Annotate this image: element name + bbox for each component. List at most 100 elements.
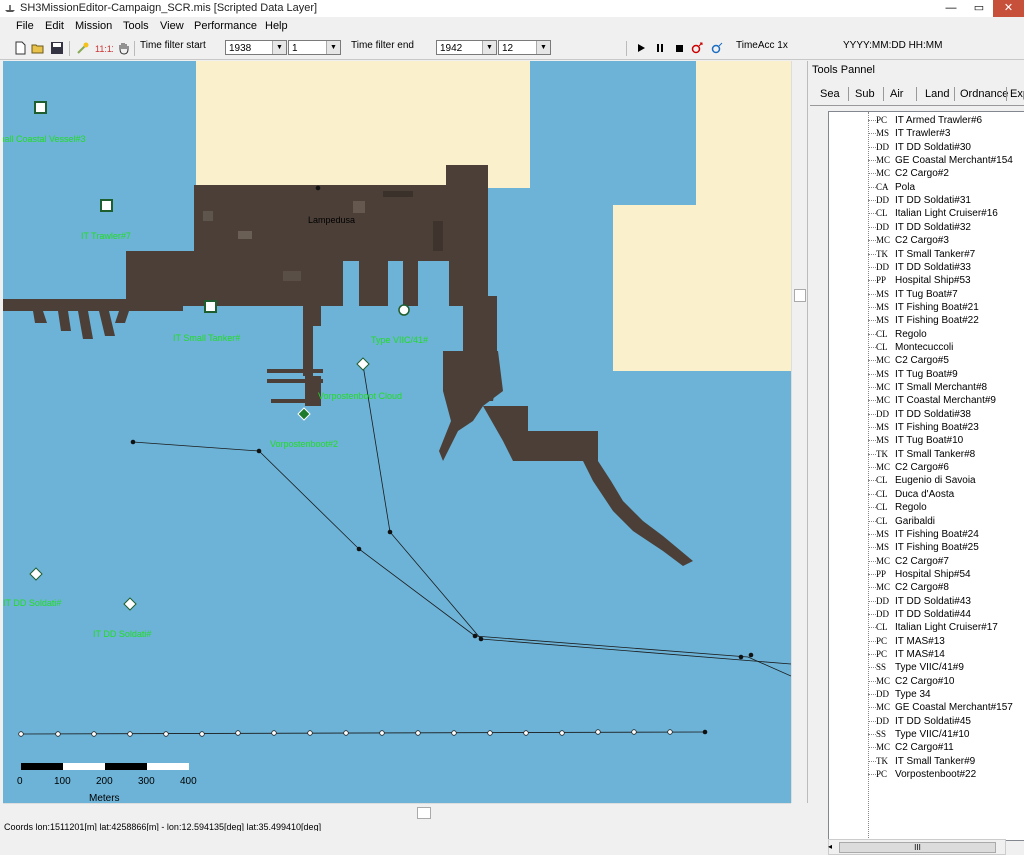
tree-item[interactable]: MC C2 Cargo#11	[829, 741, 1024, 754]
tab-land[interactable]: Land	[925, 88, 949, 100]
tree-item[interactable]: SS Type VIIC/41#10	[829, 728, 1024, 741]
tree-item[interactable]: CL Regolo	[829, 501, 1024, 514]
menu-file[interactable]: File	[16, 20, 34, 32]
tree-item[interactable]: MC C2 Cargo#10	[829, 675, 1024, 688]
scroll-thumb[interactable]	[417, 807, 431, 819]
unit-marker[interactable]	[356, 357, 370, 371]
tree-item[interactable]: PP Hospital Ship#54	[829, 568, 1024, 581]
unit-marker[interactable]	[100, 199, 113, 212]
menu-mission[interactable]: Mission	[75, 20, 112, 32]
tree-item[interactable]: PP Hospital Ship#53	[829, 274, 1024, 287]
tree-item[interactable]: PC Vorpostenboot#22	[829, 768, 1024, 781]
unit-icon[interactable]	[710, 41, 724, 55]
unit-marker[interactable]	[123, 597, 137, 611]
tree-item[interactable]: DD IT DD Soldati#32	[829, 221, 1024, 234]
tab-sea[interactable]: Sea	[820, 88, 840, 100]
tree-item[interactable]: MS IT Fishing Boat#24	[829, 528, 1024, 541]
tree-item[interactable]: CL Montecuccoli	[829, 341, 1024, 354]
tree-item[interactable]: MC C2 Cargo#5	[829, 354, 1024, 367]
unit-marker[interactable]	[398, 304, 410, 316]
unit-marker[interactable]	[34, 101, 47, 114]
unit-tree[interactable]: PC IT Armed Trawler#6 MS IT Trawler#3 DD IT D…	[828, 111, 1024, 841]
tree-item[interactable]: TK IT Small Tanker#9	[829, 755, 1024, 768]
tree-item[interactable]: MC GE Coastal Merchant#157	[829, 701, 1024, 714]
end-month-select[interactable]: 12 ▼	[498, 40, 551, 55]
tree-item[interactable]: DD IT DD Soldati#38	[829, 408, 1024, 421]
tree-item[interactable]: CL Italian Light Cruiser#16	[829, 207, 1024, 220]
tree-item[interactable]: PC IT MAS#13	[829, 635, 1024, 648]
menu-help[interactable]: Help	[265, 20, 288, 32]
tree-item[interactable]: MC C2 Cargo#3	[829, 234, 1024, 247]
tree-item[interactable]: MS IT Tug Boat#10	[829, 434, 1024, 447]
tab-air[interactable]: Air	[890, 88, 903, 100]
tree-item[interactable]: MS IT Fishing Boat#21	[829, 301, 1024, 314]
tree-item[interactable]: MS IT Tug Boat#9	[829, 368, 1024, 381]
start-year-select[interactable]: 1938 ▼	[225, 40, 287, 55]
open-folder-icon[interactable]	[31, 41, 45, 55]
unit-marker[interactable]	[204, 300, 217, 313]
add-unit-icon[interactable]	[690, 41, 704, 55]
tree-item[interactable]: CL Eugenio di Savoia	[829, 474, 1024, 487]
menu-performance[interactable]: Performance	[194, 20, 257, 32]
unit-marker[interactable]	[29, 567, 43, 581]
tree-item[interactable]: CL Garibaldi	[829, 515, 1024, 528]
menu-tools[interactable]: Tools	[123, 20, 149, 32]
tab-exp[interactable]: Exp	[1010, 88, 1024, 100]
save-icon[interactable]	[50, 41, 64, 55]
play-icon[interactable]	[634, 41, 648, 55]
tab-ordnance[interactable]: Ordnance	[960, 88, 1008, 100]
tree-item[interactable]: PC IT MAS#14	[829, 648, 1024, 661]
tree-item[interactable]: DD IT DD Soldati#30	[829, 141, 1024, 154]
tree-item[interactable]: TK IT Small Tanker#7	[829, 248, 1024, 261]
map-canvas[interactable]: Small Coastal Vessel#3 IT Trawler#7 IT S…	[3, 61, 791, 803]
tree-item[interactable]: DD IT DD Soldati#45	[829, 715, 1024, 728]
tree-horizontal-scrollbar[interactable]: ◂ III	[828, 839, 1006, 855]
tree-item[interactable]: MS IT Trawler#3	[829, 127, 1024, 140]
menu-view[interactable]: View	[160, 20, 184, 32]
new-file-icon[interactable]	[13, 41, 27, 55]
close-button[interactable]: ✕	[993, 0, 1024, 17]
scroll-thumb[interactable]: III	[839, 842, 996, 853]
hand-pan-icon[interactable]	[117, 41, 131, 55]
tree-item[interactable]: MS IT Fishing Boat#22	[829, 314, 1024, 327]
end-year-select[interactable]: 1942 ▼	[436, 40, 497, 55]
stop-icon[interactable]	[672, 41, 686, 55]
tree-item[interactable]: PC IT Armed Trawler#6	[829, 114, 1024, 127]
start-month-select[interactable]: 1 ▼	[288, 40, 341, 55]
tree-item[interactable]: DD Type 34	[829, 688, 1024, 701]
tree-item[interactable]: MS IT Fishing Boat#23	[829, 421, 1024, 434]
tree-item[interactable]: TK IT Small Tanker#8	[829, 448, 1024, 461]
scroll-thumb[interactable]	[794, 289, 806, 302]
magic-wand-icon[interactable]	[76, 41, 90, 55]
tree-item[interactable]: DD IT DD Soldati#33	[829, 261, 1024, 274]
tree-item[interactable]: SS Type VIIC/41#9	[829, 661, 1024, 674]
unit-class-code: MC	[876, 742, 891, 753]
pause-icon[interactable]	[653, 41, 667, 55]
tree-item[interactable]: CL Italian Light Cruiser#17	[829, 621, 1024, 634]
tree-item[interactable]: DD IT DD Soldati#31	[829, 194, 1024, 207]
map-horizontal-scrollbar[interactable]	[3, 803, 791, 821]
clock-icon[interactable]: 11:11	[95, 41, 113, 55]
tree-item[interactable]: CL Regolo	[829, 328, 1024, 341]
unit-class-code: DD	[876, 221, 889, 232]
tree-item[interactable]: MC C2 Cargo#8	[829, 581, 1024, 594]
chevron-left-icon[interactable]: ◂	[828, 842, 832, 851]
tab-sub[interactable]: Sub	[855, 88, 875, 100]
tree-item[interactable]: MC C2 Cargo#7	[829, 555, 1024, 568]
tree-item[interactable]: DD IT DD Soldati#44	[829, 608, 1024, 621]
tree-item[interactable]: DD IT DD Soldati#43	[829, 595, 1024, 608]
menu-edit[interactable]: Edit	[45, 20, 64, 32]
tree-item[interactable]: MC GE Coastal Merchant#154	[829, 154, 1024, 167]
maximize-button[interactable]: ▭	[965, 0, 993, 17]
tree-item[interactable]: MC C2 Cargo#2	[829, 167, 1024, 180]
tree-item[interactable]: MS IT Tug Boat#7	[829, 288, 1024, 301]
unit-marker[interactable]	[297, 407, 311, 421]
map-vertical-scrollbar[interactable]	[791, 61, 806, 803]
tree-item[interactable]: CL Duca d'Aosta	[829, 488, 1024, 501]
tree-item[interactable]: MS IT Fishing Boat#25	[829, 541, 1024, 554]
tree-item[interactable]: MC IT Small Merchant#8	[829, 381, 1024, 394]
tree-item[interactable]: CA Pola	[829, 181, 1024, 194]
minimize-button[interactable]: —	[937, 0, 965, 17]
tree-item[interactable]: MC IT Coastal Merchant#9	[829, 394, 1024, 407]
tree-item[interactable]: MC C2 Cargo#6	[829, 461, 1024, 474]
